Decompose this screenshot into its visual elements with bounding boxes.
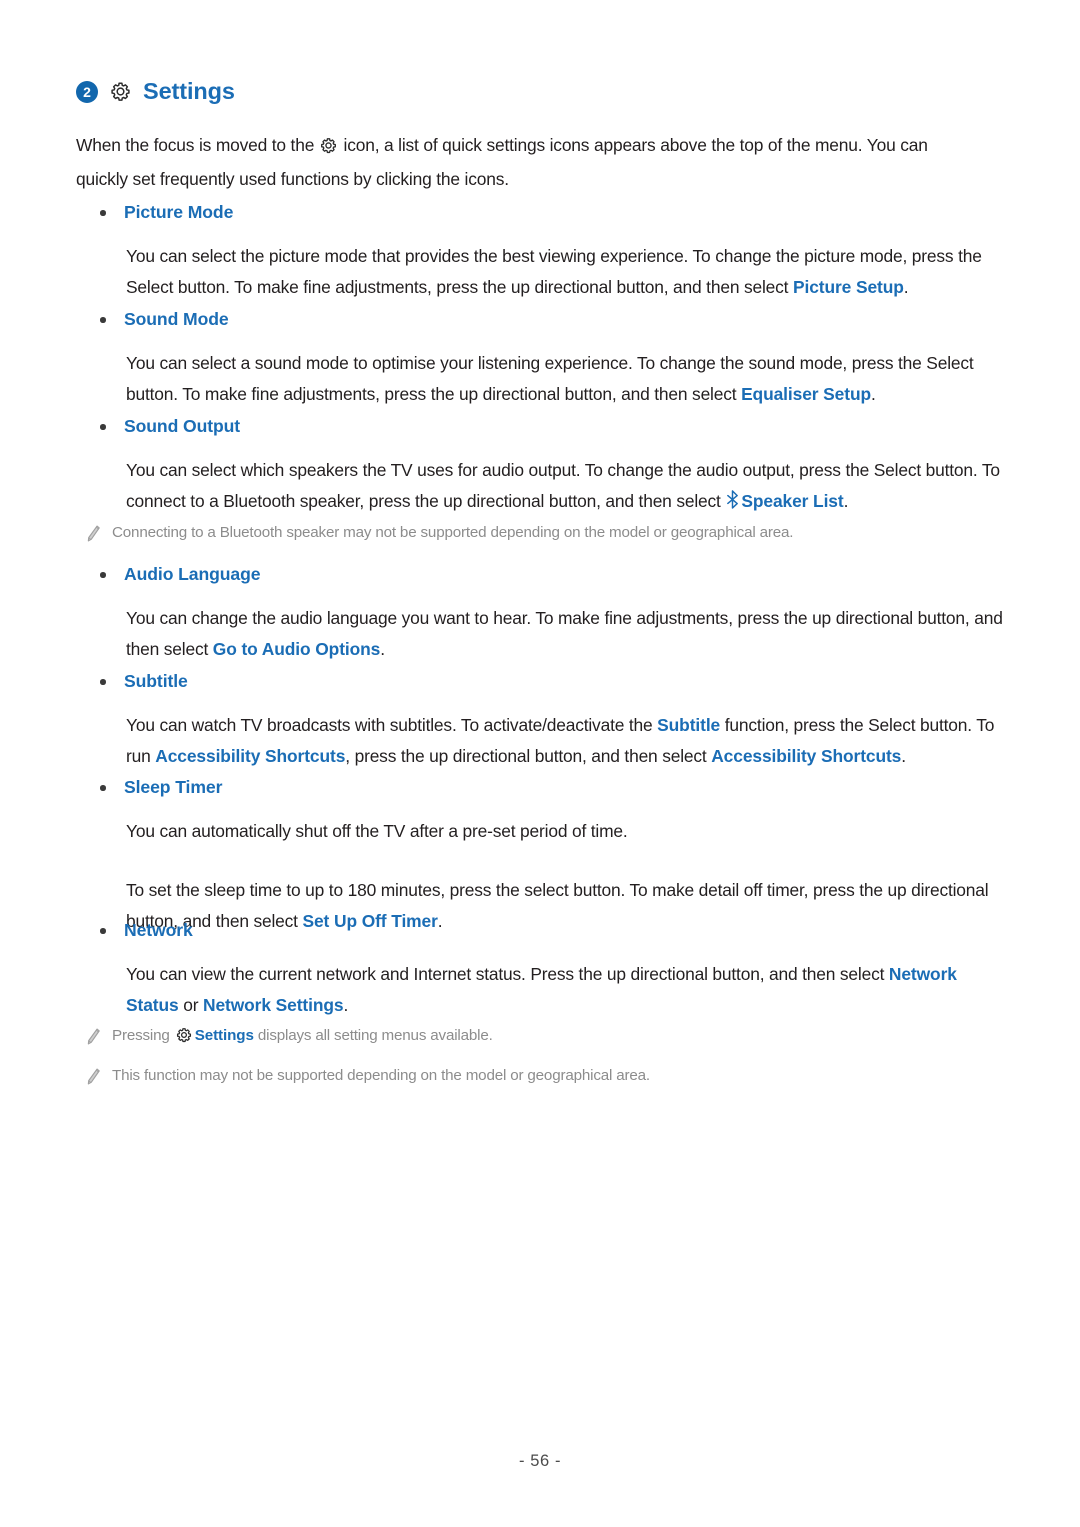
body-text: You can view the current network and Int… [126,964,889,984]
gear-icon [110,81,131,102]
body-text: You can select which speakers the TV use… [126,460,1000,511]
menu-reference-link[interactable]: Accessibility Shortcuts [155,746,345,766]
settings-item-section: Audio Language You can change the audio l… [76,563,1006,659]
document-page: 2 Settings When the focus is moved to th… [0,0,1080,1527]
settings-item-section: Sound Output You can select which speaker… [76,415,1006,511]
body-text: or [178,995,203,1015]
body-text: . [380,639,385,659]
settings-item-description: You can select which speakers the TV use… [76,455,1006,519]
settings-item-description: You can watch TV broadcasts with subtitl… [76,710,1006,772]
body-text: . [343,995,349,1015]
body-text: . [901,746,906,766]
body-text: Pressing [112,1027,174,1044]
settings-item-section: Sound Mode You can select a sound mode to… [76,308,1006,404]
note-text: Pressing Settings displays all setting m… [112,1024,493,1051]
settings-item-section: Picture Mode You can select the picture m… [76,201,1006,297]
settings-item-description: You can select a sound mode to optimise … [76,348,1006,410]
body-text: , press the up directional button, and t… [345,746,712,766]
note-row: Connecting to a Bluetooth speaker may no… [76,521,1016,547]
menu-reference-link[interactable]: Go to Audio Options [213,639,381,659]
intro-text-before: When the focus is moved to the [76,135,319,155]
pencil-icon [76,1024,112,1050]
section-number-badge: 2 [76,80,98,103]
body-text: displays all setting menus available. [253,1027,493,1044]
settings-item-heading[interactable]: Subtitle [76,670,1006,692]
settings-item-section: Subtitle You can watch TV broadcasts with… [76,670,1006,766]
menu-reference-link[interactable]: Accessibility Shortcuts [711,746,901,766]
note-row: Pressing Settings displays all setting m… [76,1024,1016,1051]
body-text: You can watch TV broadcasts with subtitl… [126,715,658,735]
settings-item-heading[interactable]: Sound Output [76,415,1006,437]
pencil-icon [76,521,112,547]
pencil-icon [76,1064,112,1090]
gear-icon [320,133,337,164]
settings-item-heading[interactable]: Picture Mode [76,201,1006,223]
settings-item-section: Sleep Timer You can automatically shut of… [76,776,1006,931]
settings-item-description: You can automatically shut off the TV af… [76,816,1006,847]
note-text: This function may not be supported depen… [112,1064,650,1088]
intro-paragraph: When the focus is moved to the icon, a l… [76,130,976,195]
bluetooth-icon [725,488,740,519]
body-text: This function may not be supported depen… [112,1067,650,1084]
settings-item-description: You can change the audio language you wa… [76,603,1006,665]
menu-reference-link[interactable]: Settings [195,1027,254,1044]
menu-reference-link[interactable]: Picture Setup [793,277,904,297]
page-title: Settings [143,78,235,104]
settings-item-heading[interactable]: Network [76,919,1006,941]
settings-item-description: You can view the current network and Int… [76,959,1006,1021]
body-text: Connecting to a Bluetooth speaker may no… [112,524,794,541]
note-row: This function may not be supported depen… [76,1064,1016,1090]
page-number: - 56 - [518,1452,562,1470]
body-text: . [903,277,909,297]
settings-item-heading[interactable]: Audio Language [76,563,1006,585]
body-text: . [843,491,849,511]
settings-item-description: You can select the picture mode that pro… [76,241,1006,303]
menu-reference-link[interactable]: Equaliser Setup [741,384,871,404]
settings-item-heading[interactable]: Sound Mode [76,308,1006,330]
gear-icon [176,1027,192,1051]
settings-item-section: Network You can view the current network … [76,919,1006,1015]
settings-item-heading[interactable]: Sleep Timer [76,776,1006,798]
note-text: Connecting to a Bluetooth speaker may no… [112,521,793,545]
menu-reference-link[interactable]: Speaker List [725,490,844,511]
menu-reference-link[interactable]: Network Settings [203,995,344,1015]
body-text: . [871,384,876,404]
page-title-header: 2 Settings [76,78,235,104]
menu-reference-link[interactable]: Subtitle [657,715,720,735]
body-text: You can automatically shut off the TV af… [126,821,628,841]
